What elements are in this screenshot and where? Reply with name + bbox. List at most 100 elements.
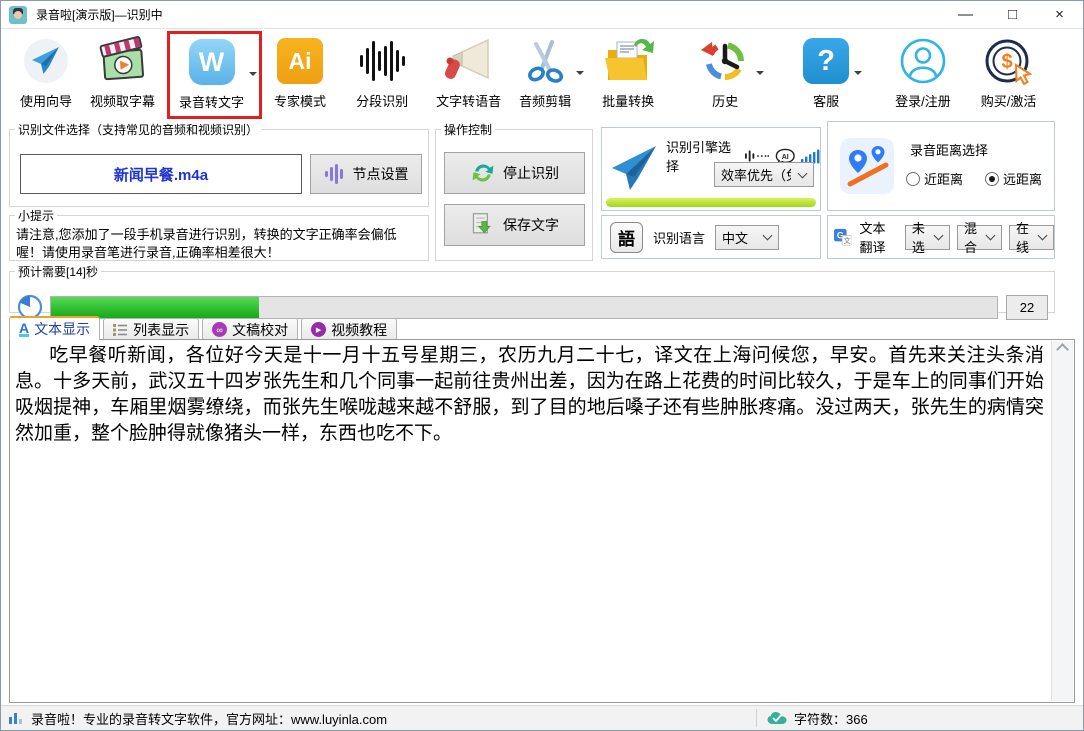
toolbar-button-login[interactable]: 登录/注册 (886, 33, 960, 112)
tips-legend: 小提示 (15, 207, 57, 224)
history-clock-icon (699, 35, 751, 87)
play-icon: ▶ (311, 322, 326, 337)
list-icon (113, 323, 128, 336)
stats-bars-icon (9, 711, 24, 725)
radio-near-distance[interactable]: 近距离 (906, 169, 963, 189)
toolbar-button-audio-edit[interactable]: 音频剪辑 (510, 33, 580, 112)
engine-panel: 识别引擎选择 AI 效率优先（免费） (601, 127, 821, 211)
status-bar: 录音啦！专业的录音转文字软件，官方网址：www.luyinla.com 字符数：… (1, 705, 1083, 730)
operation-control-group: 操作控制 停止识别 保存文字 (435, 121, 593, 261)
save-text-label: 保存文字 (503, 215, 559, 235)
toolbar-label: 历史 (712, 91, 738, 110)
proofread-icon: ∞ (212, 322, 227, 337)
folder-convert-icon (601, 35, 655, 87)
node-settings-label: 节点设置 (353, 164, 409, 184)
selected-file-field[interactable]: 新闻早餐.m4a (20, 154, 302, 194)
close-button[interactable]: × (1036, 1, 1083, 28)
dropdown-caret-icon[interactable] (854, 71, 862, 79)
toolbar-label: 录音转文字 (179, 92, 244, 111)
toolbar-label: 客服 (813, 91, 839, 110)
toolbar-label: 专家模式 (274, 91, 326, 110)
cloud-check-icon (767, 711, 787, 725)
transcript-text: 吃早餐听新闻，各位好今天是十一月十五号星期三，农历九月二十七，译文在上海问候您，… (15, 343, 1044, 699)
toolbar-button-history[interactable]: 历史 (690, 33, 760, 112)
toolbar-button-support[interactable]: ? 客服 (794, 33, 858, 112)
char-count-text: 字符数：366 (794, 709, 868, 728)
toolbar-label: 视频取字幕 (90, 91, 155, 110)
svg-text:$: $ (1001, 51, 1012, 73)
text-a-icon: A (19, 322, 29, 337)
guide-paper-plane-icon (22, 35, 70, 87)
engine-paper-plane-icon (608, 142, 660, 194)
stop-recognition-button[interactable]: 停止识别 (444, 152, 585, 194)
save-text-button[interactable]: 保存文字 (444, 204, 585, 246)
toolbar-button-purchase[interactable]: $ 购买/激活 (972, 33, 1046, 112)
tips-text: 请注意,您添加了一段手机录音进行识别，转换的文字正确率会偏低喔！请使用录音笔进行… (10, 224, 428, 266)
waveform-icon (357, 35, 407, 87)
window-title: 录音啦[演示版]—识别中 (36, 6, 163, 23)
engine-selected-value: 效率优先（免费） (721, 165, 791, 184)
radio-far-icon (985, 172, 999, 186)
toolbar-label: 分段识别 (356, 91, 408, 110)
tab-proofread[interactable]: ∞ 文稿校对 (202, 318, 298, 340)
megaphone-icon (442, 35, 496, 87)
toolbar-button-video-subtitle[interactable]: 视频取字幕 (81, 33, 164, 112)
file-selection-group: 识别文件选择（支持常见的音频和视频识别） 新闻早餐.m4a 节点设置 (9, 121, 429, 207)
operation-control-legend: 操作控制 (441, 121, 495, 138)
question-mark-icon: ? (803, 35, 849, 87)
translation-select-1[interactable]: 未选 (905, 225, 950, 250)
engine-select[interactable]: 效率优先（免费） (714, 162, 814, 187)
translation-select-2[interactable]: 混合 (957, 225, 1002, 250)
dollar-activate-icon: $ (983, 35, 1035, 87)
toolbar-button-expert-mode[interactable]: Ai 专家模式 (265, 33, 335, 112)
maximize-button[interactable]: □ (989, 1, 1036, 28)
ai-letters-icon: Ai (277, 35, 323, 87)
minimize-button[interactable]: — (942, 1, 989, 28)
toolbar-label: 购买/激活 (981, 91, 1037, 110)
app-icon (9, 6, 27, 24)
toolbar-button-segment-recognition[interactable]: 分段识别 (347, 33, 417, 112)
toolbar-highlight-box: W 录音转文字 (167, 31, 262, 119)
chevron-down-icon (1038, 231, 1048, 241)
scroll-up-icon[interactable] (1056, 343, 1069, 356)
vertical-scrollbar[interactable] (1051, 341, 1073, 701)
language-badge-icon[interactable]: 語 (610, 222, 643, 253)
node-waveform-icon (324, 163, 346, 185)
waveform-mini-icon (745, 149, 769, 163)
svg-text:AI: AI (782, 154, 789, 161)
translation-select-3[interactable]: 在线 (1009, 225, 1054, 250)
app-window: 录音啦[演示版]—识别中 — □ × 使用向导 (0, 0, 1084, 731)
stop-recognition-label: 停止识别 (503, 163, 559, 183)
node-settings-button[interactable]: 节点设置 (310, 154, 422, 194)
translation-panel: G 文 文本翻译 未选 混合 在线 (827, 215, 1055, 259)
dropdown-caret-icon[interactable] (756, 71, 764, 79)
toolbar-button-guide[interactable]: 使用向导 (11, 33, 81, 112)
dropdown-caret-icon[interactable] (249, 72, 257, 80)
radio-far-distance[interactable]: 远距离 (985, 169, 1042, 189)
toolbar-label: 音频剪辑 (519, 91, 571, 110)
language-select[interactable]: 中文 (715, 225, 779, 250)
language-selected-value: 中文 (722, 228, 748, 247)
tab-text-display[interactable]: A 文本显示 (9, 316, 100, 340)
main-toolbar: 使用向导 (1, 30, 1083, 117)
distance-panel: 录音距离选择 近距离 远距离 (827, 121, 1055, 211)
chevron-down-icon (763, 231, 773, 241)
toolbar-button-audio-to-text[interactable]: W 录音转文字 (170, 34, 253, 113)
dropdown-caret-icon[interactable] (576, 71, 584, 79)
google-translate-icon: G 文 (834, 225, 852, 249)
file-selection-legend: 识别文件选择（支持常见的音频和视频识别） (15, 121, 261, 138)
tab-list-display[interactable]: 列表显示 (103, 318, 199, 340)
translation-label: 文本翻译 (859, 218, 897, 256)
progress-legend: 预计需要[14]秒 (15, 263, 101, 280)
scissors-icon (521, 35, 569, 87)
toolbar-label: 文字转语音 (436, 91, 501, 110)
distance-label: 录音距离选择 (910, 140, 988, 159)
transcript-text-area[interactable]: 吃早餐听新闻，各位好今天是十一月十五号星期三，农历九月二十七，译文在上海问候您，… (9, 339, 1075, 703)
toolbar-button-text-to-speech[interactable]: 文字转语音 (427, 33, 510, 112)
tab-video-tutorial[interactable]: ▶ 视频教程 (301, 318, 397, 340)
radio-near-icon (906, 172, 920, 186)
toolbar-button-batch-convert[interactable]: 批量转换 (592, 33, 664, 112)
toolbar-label: 使用向导 (20, 91, 72, 110)
progress-fill (51, 297, 259, 318)
toolbar-label: 批量转换 (602, 91, 654, 110)
